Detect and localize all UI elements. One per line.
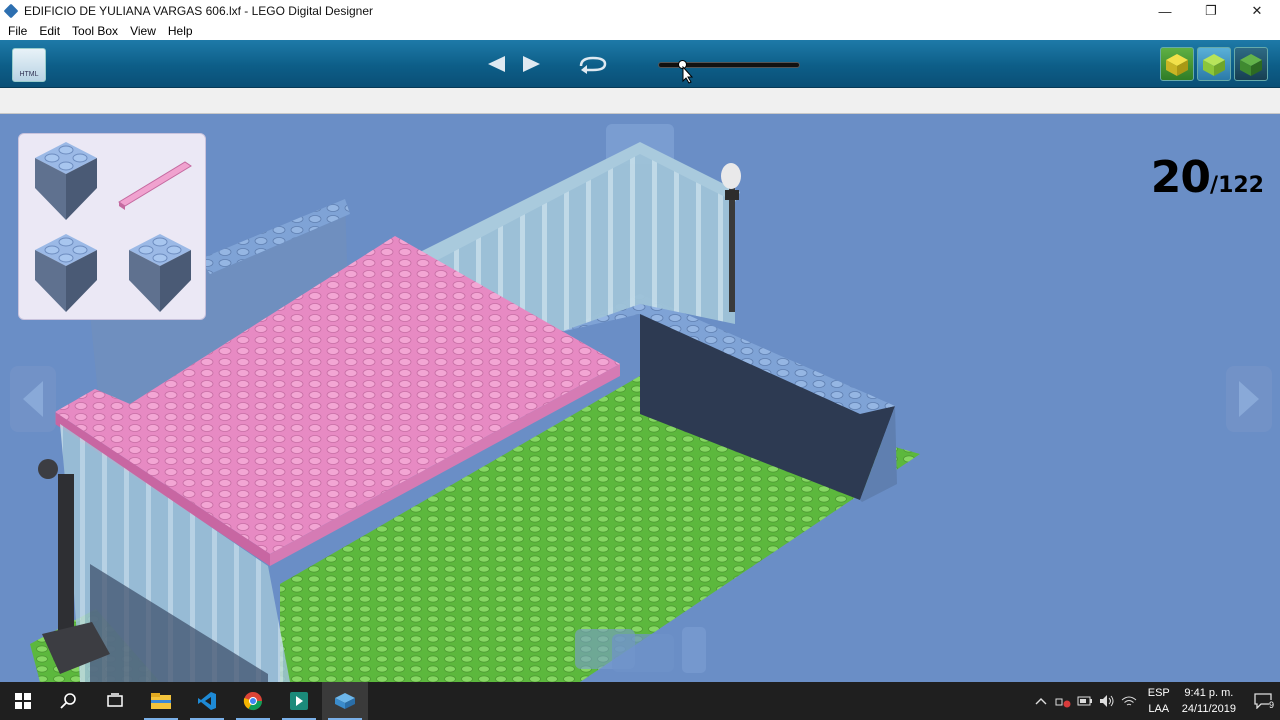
chevron-right-icon: [1239, 381, 1259, 417]
network-error-icon[interactable]: [1052, 682, 1074, 720]
start-icon[interactable]: [0, 682, 46, 720]
task-view-icon[interactable]: [92, 682, 138, 720]
next-step-icon[interactable]: [521, 54, 543, 74]
prev-step-icon[interactable]: [485, 54, 507, 74]
language-top: ESP: [1147, 687, 1170, 699]
vscode-icon[interactable]: [184, 682, 230, 720]
volume-icon[interactable]: [1096, 682, 1118, 720]
app-icon[interactable]: [276, 682, 322, 720]
instructions-mode-button[interactable]: [1234, 47, 1268, 81]
chevron-up-icon[interactable]: [1030, 682, 1052, 720]
3d-viewport[interactable]: 20 /122: [0, 114, 1280, 682]
chevron-left-icon: [23, 381, 43, 417]
chrome-icon[interactable]: [230, 682, 276, 720]
html-label: HTML: [19, 71, 39, 78]
build-mode-button[interactable]: [1160, 47, 1194, 81]
language-bottom: LAA: [1148, 703, 1170, 715]
search-icon[interactable]: [46, 682, 92, 720]
part-brick-2x2: [129, 234, 191, 312]
lego-designer-icon[interactable]: [322, 682, 368, 720]
window-title: EDIFICIO DE YULIANA VARGAS 606.lxf - LEG…: [24, 4, 374, 18]
part-brick-2x2: [35, 234, 97, 312]
part-pink-plate: [118, 161, 192, 210]
close-button[interactable]: ✕: [1234, 0, 1280, 22]
title-bar: EDIFICIO DE YULIANA VARGAS 606.lxf - LEG…: [0, 0, 1280, 22]
clock[interactable]: 9:41 p. m. 24/11/2019: [1182, 685, 1236, 717]
file-explorer-icon[interactable]: [138, 682, 184, 720]
menu-bar: File Edit Tool Box View Help: [0, 22, 1280, 40]
rotate-view-icon[interactable]: [577, 54, 609, 74]
menu-edit[interactable]: Edit: [33, 24, 66, 38]
total-steps: /122: [1210, 173, 1264, 198]
view-mode-button[interactable]: [1197, 47, 1231, 81]
clock-time: 9:41 p. m.: [1184, 687, 1234, 699]
wifi-icon[interactable]: [1118, 682, 1140, 720]
menu-view[interactable]: View: [124, 24, 162, 38]
current-step: 20: [1150, 152, 1211, 203]
notifications-icon[interactable]: 9: [1246, 682, 1280, 720]
taskbar: ESP LAA 9:41 p. m. 24/11/2019 9: [0, 682, 1280, 720]
menu-file[interactable]: File: [2, 24, 33, 38]
notification-count: 9: [1268, 700, 1274, 710]
system-tray: ESP LAA 9:41 p. m. 24/11/2019 9: [1030, 682, 1280, 720]
minimize-button[interactable]: —: [1142, 0, 1188, 22]
app-icon: [3, 3, 19, 19]
step-counter: 20 /122: [1151, 152, 1264, 203]
next-step-side-button[interactable]: [1226, 366, 1272, 432]
restore-button[interactable]: ❐: [1188, 0, 1234, 22]
toolbar: HTML: [0, 40, 1280, 88]
info-strip: [0, 88, 1280, 114]
menu-toolbox[interactable]: Tool Box: [66, 24, 124, 38]
language-indicator[interactable]: ESP LAA: [1148, 685, 1170, 717]
clock-date: 24/11/2019: [1181, 703, 1236, 715]
prev-step-side-button[interactable]: [10, 366, 56, 432]
export-html-button[interactable]: HTML: [12, 48, 46, 82]
parts-list-panel: [18, 133, 206, 320]
mouse-cursor-icon: [682, 66, 694, 84]
battery-icon[interactable]: [1074, 682, 1096, 720]
part-brick-2x2: [35, 142, 97, 220]
menu-help[interactable]: Help: [162, 24, 199, 38]
